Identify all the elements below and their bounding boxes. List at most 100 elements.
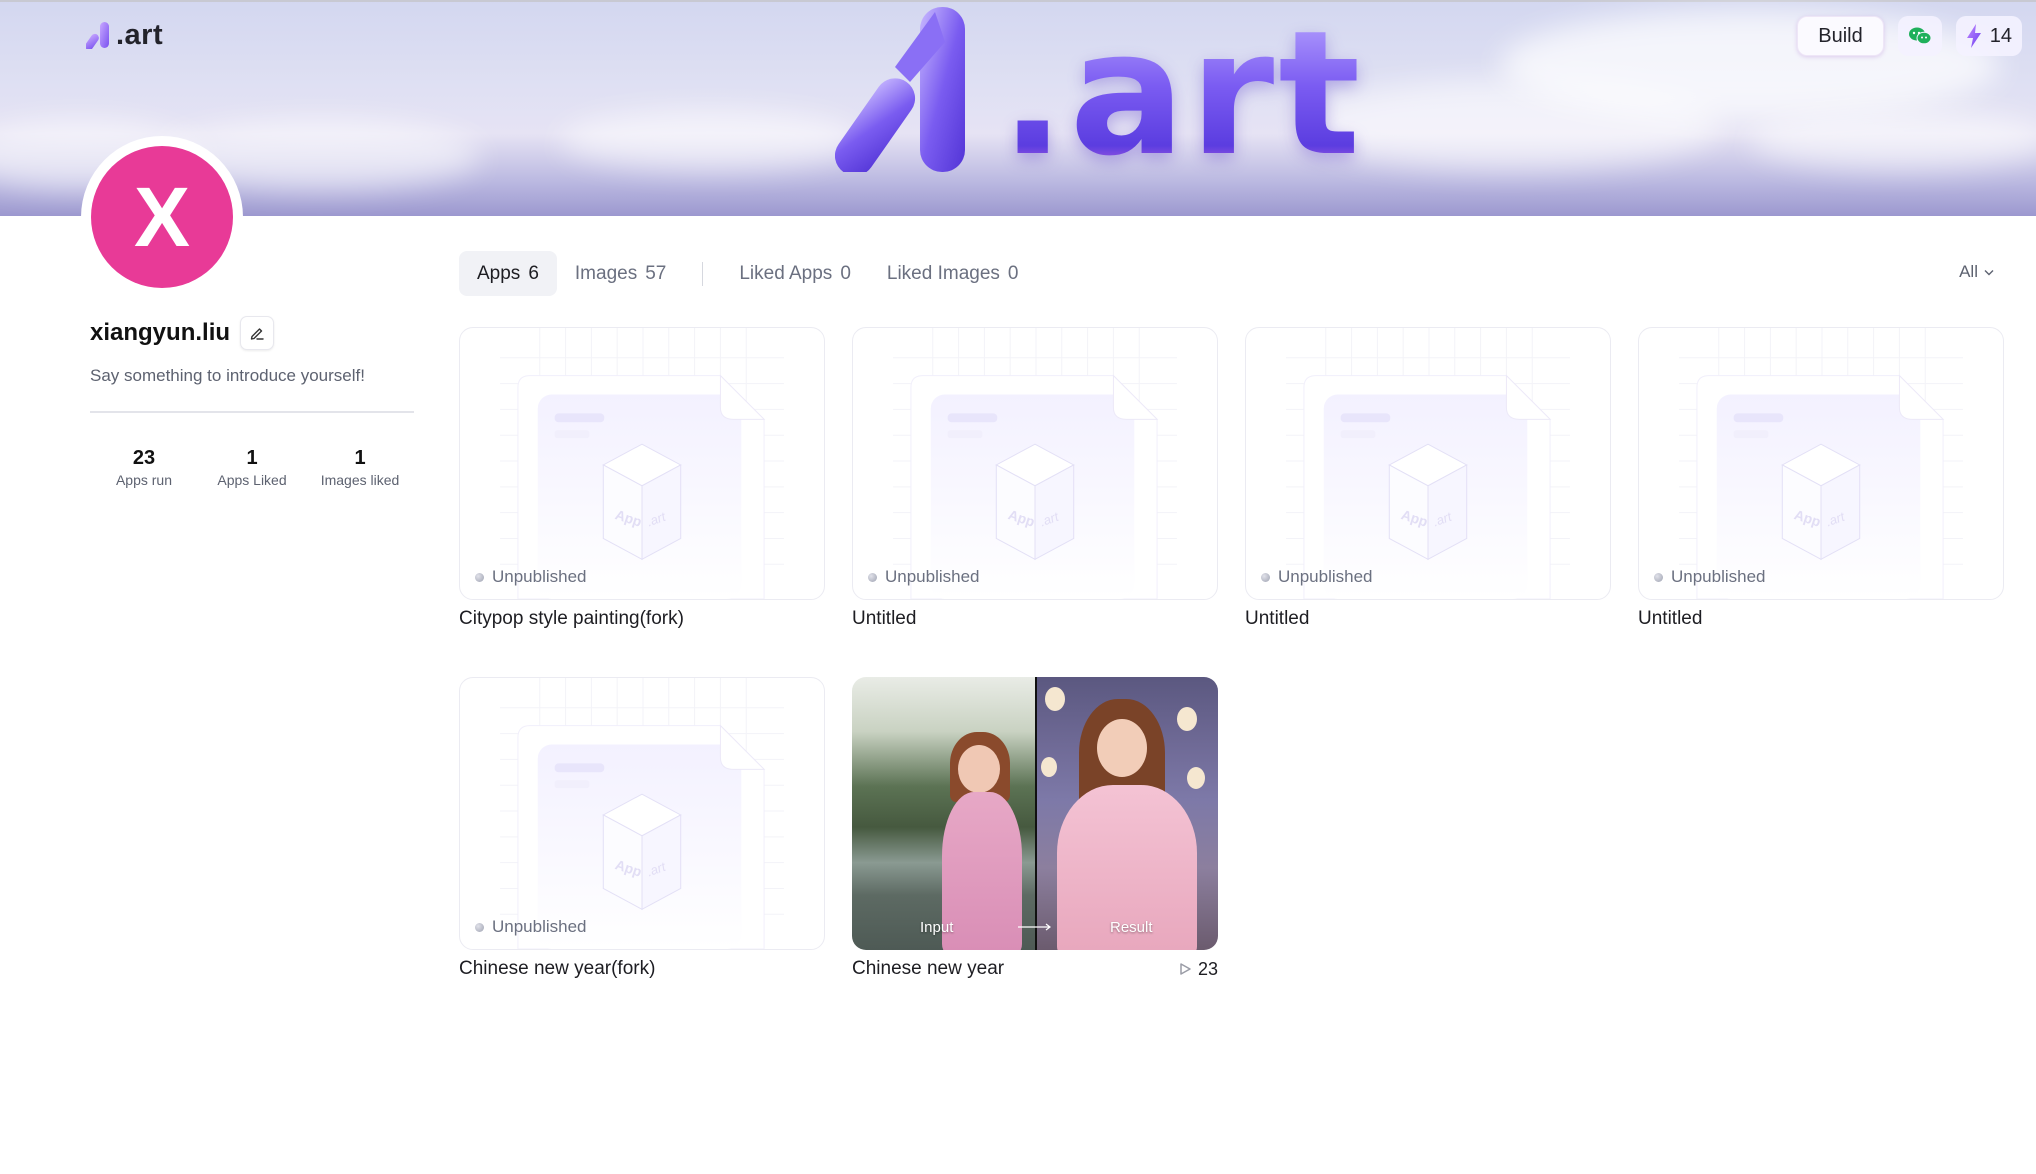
stat-value: 1 <box>246 447 258 469</box>
cloud <box>1750 110 2036 170</box>
tab-label: Liked Apps <box>739 262 833 284</box>
status-badge: Unpublished <box>475 917 587 937</box>
tab-images[interactable]: Images 57 <box>557 251 684 296</box>
status-dot-icon <box>1261 572 1270 582</box>
tab-count: 0 <box>840 262 851 284</box>
wechat-icon <box>1908 27 1932 45</box>
lightning-icon <box>1966 24 1981 48</box>
app-card[interactable]: App .art Unpublished Untitled <box>1245 327 1611 630</box>
profile-stats: 23 Apps run 1 Apps Liked 1 Images liked <box>90 446 414 488</box>
status-label: Unpublished <box>1278 567 1373 586</box>
pencil-icon <box>250 328 264 340</box>
hero-logo-mark-icon <box>835 7 965 172</box>
app-thumbnail[interactable]: App .art Unpublished <box>852 327 1218 600</box>
app-title[interactable]: Citypop style painting(fork) <box>459 608 684 630</box>
top-nav-actions: Build 14 <box>1797 16 2022 56</box>
card-footer: Chinese new year(fork) <box>459 958 825 980</box>
content-tabs: Apps 6 Images 57 Liked Apps 0 Liked Imag… <box>459 251 1036 296</box>
filter-dropdown[interactable]: All <box>1959 262 1994 282</box>
card-footer: Chinese new year 23 <box>852 958 1218 980</box>
input-label: Input <box>920 919 954 936</box>
cloud <box>560 110 860 170</box>
tab-count: 0 <box>1007 262 1019 284</box>
wechat-button[interactable] <box>1897 16 1942 56</box>
app-placeholder-illustration: App .art <box>1286 328 1570 599</box>
tab-label: Images <box>574 262 638 284</box>
status-dot-icon <box>868 572 877 582</box>
credits-count: 14 <box>1989 24 2012 47</box>
figure-dress <box>942 792 1022 950</box>
stat-value: 1 <box>354 447 366 469</box>
card-footer: Untitled <box>1245 608 1611 630</box>
status-badge: Unpublished <box>1261 567 1373 587</box>
tab-apps[interactable]: Apps 6 <box>459 251 557 296</box>
app-placeholder-illustration: App .art <box>500 678 784 949</box>
status-dot-icon <box>1654 572 1663 582</box>
chevron-down-icon <box>1984 269 1994 275</box>
app-title[interactable]: Chinese new year <box>852 958 1004 980</box>
run-count-value: 23 <box>1197 958 1218 979</box>
card-footer: Untitled <box>852 608 1218 630</box>
stat-apps-run: 23 Apps run <box>99 446 189 488</box>
app-card[interactable]: App .art Unpublished Citypop style paint… <box>459 327 825 630</box>
run-count: 23 <box>1178 959 1218 980</box>
app-title[interactable]: Untitled <box>1245 608 1309 630</box>
status-dot-icon <box>475 922 484 932</box>
tab-count: 6 <box>528 262 539 284</box>
stat-label: Apps Liked <box>217 472 287 488</box>
tab-count: 57 <box>645 262 667 284</box>
app-thumbnail[interactable]: App .art Unpublished <box>1245 327 1611 600</box>
tab-liked-images[interactable]: Liked Images 0 <box>869 251 1037 296</box>
stat-label: Apps run <box>115 472 173 488</box>
brand-logo[interactable]: .art <box>86 18 163 52</box>
username: xiangyun.liu <box>90 319 231 346</box>
status-label: Unpublished <box>492 917 587 936</box>
lantern <box>1177 707 1197 731</box>
figure-face <box>1097 719 1147 777</box>
result-photo <box>1035 677 1218 950</box>
status-dot-icon <box>475 572 484 582</box>
stat-value: 23 <box>132 447 156 469</box>
filter-selected: All <box>1959 262 1978 281</box>
tab-label: Liked Images <box>886 262 1000 284</box>
status-badge: Unpublished <box>1654 567 1766 587</box>
app-title[interactable]: Chinese new year(fork) <box>459 958 655 980</box>
figure-face <box>958 745 1000 793</box>
lantern <box>1045 687 1065 711</box>
arrow-right-icon <box>1018 923 1051 931</box>
avatar[interactable]: X <box>91 146 233 288</box>
app-thumbnail[interactable]: App .art Unpublished <box>1638 327 2004 600</box>
tab-liked-apps[interactable]: Liked Apps 0 <box>721 251 869 296</box>
username-row: xiangyun.liu <box>90 316 275 350</box>
lantern <box>1187 767 1205 789</box>
result-label: Result <box>1110 919 1153 936</box>
profile-banner: .art <box>0 0 2036 216</box>
brand-name: .art <box>116 18 164 51</box>
app-title[interactable]: Untitled <box>1638 608 1702 630</box>
app-placeholder-illustration: App .art <box>1679 328 1963 599</box>
app-thumbnail[interactable]: App .art Unpublished <box>459 327 825 600</box>
hero-logo-text: .art <box>1000 0 1365 194</box>
app-thumbnail-compare[interactable]: Input Result <box>852 677 1218 950</box>
card-footer: Untitled <box>1638 608 2004 630</box>
status-label: Unpublished <box>885 567 980 586</box>
app-card[interactable]: Input Result Chinese new year 23 <box>852 677 1218 980</box>
lantern <box>1041 757 1057 777</box>
stat-label: Images liked <box>320 472 400 488</box>
app-card[interactable]: App .art Unpublished Untitled <box>852 327 1218 630</box>
edit-profile-button[interactable] <box>240 316 275 350</box>
app-placeholder-illustration: App .art <box>500 328 784 599</box>
logo-mark-icon <box>86 22 109 49</box>
tab-separator <box>702 261 704 286</box>
build-button[interactable]: Build <box>1797 16 1884 56</box>
profile-bio: Say something to introduce yourself! <box>90 366 365 385</box>
app-placeholder-illustration: App .art <box>893 328 1177 599</box>
app-card[interactable]: App .art Unpublished Chinese new year(fo… <box>459 677 825 980</box>
input-photo <box>852 677 1035 950</box>
app-thumbnail[interactable]: App .art Unpublished <box>459 677 825 950</box>
profile-divider <box>90 411 414 413</box>
credits-button[interactable]: 14 <box>1955 16 2022 56</box>
app-title[interactable]: Untitled <box>852 608 916 630</box>
play-icon <box>1180 963 1191 975</box>
app-card[interactable]: App .art Unpublished Untitled <box>1638 327 2004 630</box>
